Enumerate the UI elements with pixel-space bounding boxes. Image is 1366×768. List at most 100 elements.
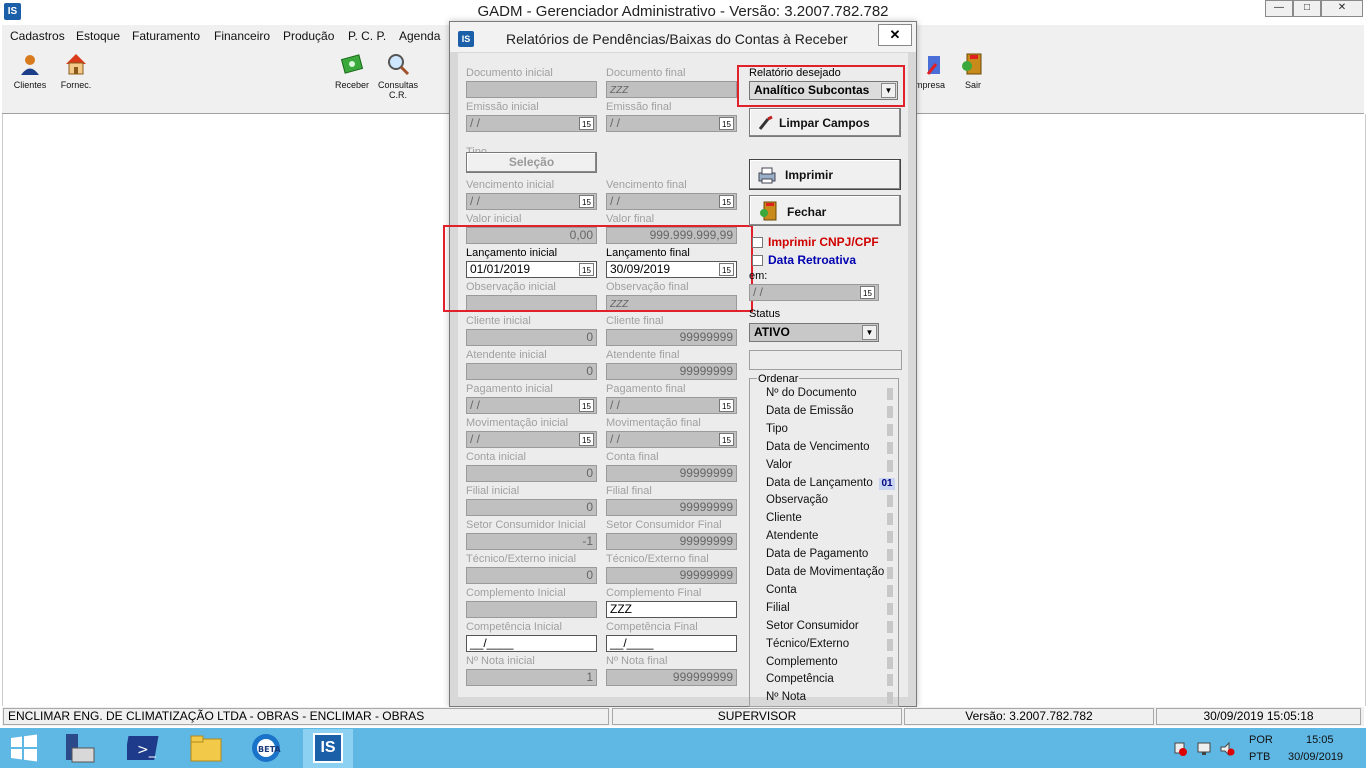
- windows-start-icon[interactable]: [10, 734, 38, 762]
- calendar-icon[interactable]: 15: [579, 399, 594, 412]
- ate-fim-value: 99999999: [679, 364, 733, 378]
- volume-muted-icon[interactable]: [1219, 741, 1235, 757]
- ordenar-order-box[interactable]: [887, 423, 893, 436]
- val-fim-label: Valor final: [606, 213, 655, 225]
- comp-ini-field: [466, 601, 597, 618]
- menu-pcp[interactable]: P. C. P.: [348, 29, 386, 43]
- toolbar-label: Consultas C.R.: [377, 80, 419, 100]
- ordenar-order-box[interactable]: [887, 405, 893, 418]
- ordenar-order-box[interactable]: [887, 441, 893, 454]
- ordenar-order-box[interactable]: [887, 602, 893, 615]
- menu-financeiro[interactable]: Financeiro: [214, 29, 270, 43]
- ordenar-order-box[interactable]: [887, 459, 893, 472]
- ordenar-order-box[interactable]: 01: [879, 477, 895, 490]
- dialog-title: Relatórios de Pendências/Baixas do Conta…: [506, 31, 848, 47]
- menu-faturamento[interactable]: Faturamento: [132, 29, 200, 43]
- ordenar-order-box[interactable]: [887, 674, 893, 687]
- pag-ini-value: / /: [470, 398, 481, 412]
- ate-fim-label: Atendente final: [606, 349, 680, 361]
- fechar-label: Fechar: [787, 205, 827, 219]
- calendar-icon[interactable]: 15: [579, 195, 594, 208]
- nota-fim-value: 999999999: [672, 670, 733, 684]
- nota-ini-label: Nº Nota inicial: [466, 655, 535, 667]
- tray-lang2[interactable]: PTB: [1249, 751, 1270, 763]
- tec-fim-field: 99999999: [606, 567, 737, 584]
- company-icon: [926, 56, 940, 75]
- server-manager-icon[interactable]: [62, 732, 98, 764]
- house-icon: [66, 54, 86, 75]
- ordenar-order-box[interactable]: [887, 620, 893, 633]
- status-panel: [749, 350, 902, 370]
- exit-icon: [760, 201, 777, 221]
- compt-ini-field[interactable]: __/____: [466, 635, 597, 652]
- ordenar-order-box[interactable]: [887, 638, 893, 651]
- ordenar-order-box[interactable]: [887, 549, 893, 562]
- status-label: Status: [749, 308, 781, 320]
- ordenar-order-box[interactable]: [887, 388, 893, 400]
- doc-ini-label: Documento inicial: [466, 67, 553, 79]
- venc-ini-value: / /: [470, 194, 481, 208]
- tray-time[interactable]: 15:05: [1306, 734, 1334, 746]
- ordenar-order-box[interactable]: [887, 584, 893, 597]
- calendar-icon[interactable]: 15: [579, 117, 594, 130]
- close-icon[interactable]: ✕: [1321, 0, 1363, 17]
- ordenar-order-box[interactable]: [887, 567, 893, 579]
- powershell-icon[interactable]: >_: [127, 733, 161, 763]
- brush-icon: [758, 115, 773, 130]
- set-fim-label: Setor Consumidor Final: [606, 519, 722, 531]
- status-company: ENCLIMAR ENG. DE CLIMATIZAÇÃO LTDA - OBR…: [3, 708, 609, 725]
- imprimir-cnpj-checkbox[interactable]: [752, 237, 763, 248]
- maximize-icon[interactable]: □: [1293, 0, 1321, 17]
- menu-estoque[interactable]: Estoque: [76, 29, 120, 43]
- chevron-down-icon[interactable]: ▼: [862, 325, 877, 340]
- flag-alert-icon[interactable]: [1172, 741, 1188, 757]
- toolbar-sair-button[interactable]: Sair: [945, 52, 1001, 90]
- ordenar-order-box[interactable]: [887, 531, 893, 544]
- tray-lang1[interactable]: POR: [1249, 734, 1273, 746]
- calendar-icon[interactable]: 15: [719, 433, 734, 446]
- menu-cadastros[interactable]: Cadastros: [10, 29, 65, 43]
- toolbar-label: Receber: [334, 80, 370, 90]
- ate-ini-label: Atendente inicial: [466, 349, 547, 361]
- status-select[interactable]: ATIVO ▼: [749, 323, 879, 342]
- ordenar-item: Competência: [766, 673, 834, 686]
- fechar-button[interactable]: Fechar: [749, 195, 901, 226]
- ordenar-order-box[interactable]: [887, 656, 893, 669]
- calendar-icon[interactable]: 15: [579, 433, 594, 446]
- doc-fim-field: ZZZ: [606, 81, 737, 98]
- toolbar-fornec-button[interactable]: Fornec.: [48, 52, 104, 90]
- data-retroativa-checkbox[interactable]: [752, 255, 763, 266]
- file-explorer-icon[interactable]: [189, 733, 223, 763]
- fil-fim-value: 99999999: [679, 500, 733, 514]
- ordenar-item: Setor Consumidor: [766, 619, 859, 632]
- calendar-icon[interactable]: 15: [719, 399, 734, 412]
- comp-fim-value: ZZZ: [610, 602, 632, 616]
- limpar-campos-button[interactable]: Limpar Campos: [749, 108, 901, 137]
- ordenar-order-box[interactable]: [887, 513, 893, 526]
- tray-date[interactable]: 30/09/2019: [1288, 751, 1343, 763]
- toolbar-consultas-button[interactable]: Consultas C.R.: [370, 52, 426, 100]
- imprimir-button[interactable]: Imprimir: [749, 159, 901, 190]
- magnifier-icon: [388, 54, 410, 76]
- network-icon[interactable]: [1196, 741, 1212, 757]
- calendar-icon[interactable]: 15: [719, 195, 734, 208]
- tipo-selecao-button[interactable]: Seleção: [466, 152, 597, 173]
- toolbar-label: Fornec.: [60, 80, 92, 90]
- menu-agenda[interactable]: Agenda: [399, 29, 440, 43]
- calendar-icon[interactable]: 15: [719, 117, 734, 130]
- edge-beta-icon[interactable]: BETA: [250, 732, 282, 764]
- compt-ini-value: __/____: [470, 636, 514, 650]
- fil-ini-label: Filial inicial: [466, 485, 520, 497]
- minimize-icon[interactable]: —: [1265, 0, 1293, 17]
- pag-ini-field: / /: [466, 397, 597, 414]
- ordenar-order-box[interactable]: [887, 495, 893, 508]
- ordenar-item: Filial: [766, 601, 790, 614]
- pag-fim-field: / /: [606, 397, 737, 414]
- compt-fim-field[interactable]: __/____: [606, 635, 737, 652]
- comp-fim-field[interactable]: ZZZ: [606, 601, 737, 618]
- ordenar-order-box[interactable]: [887, 692, 893, 705]
- dialog-close-icon[interactable]: ✕: [878, 24, 912, 46]
- mov-ini-label: Movimentação inicial: [466, 417, 569, 429]
- imprimir-label: Imprimir: [785, 168, 834, 182]
- menu-producao[interactable]: Produção: [283, 29, 334, 43]
